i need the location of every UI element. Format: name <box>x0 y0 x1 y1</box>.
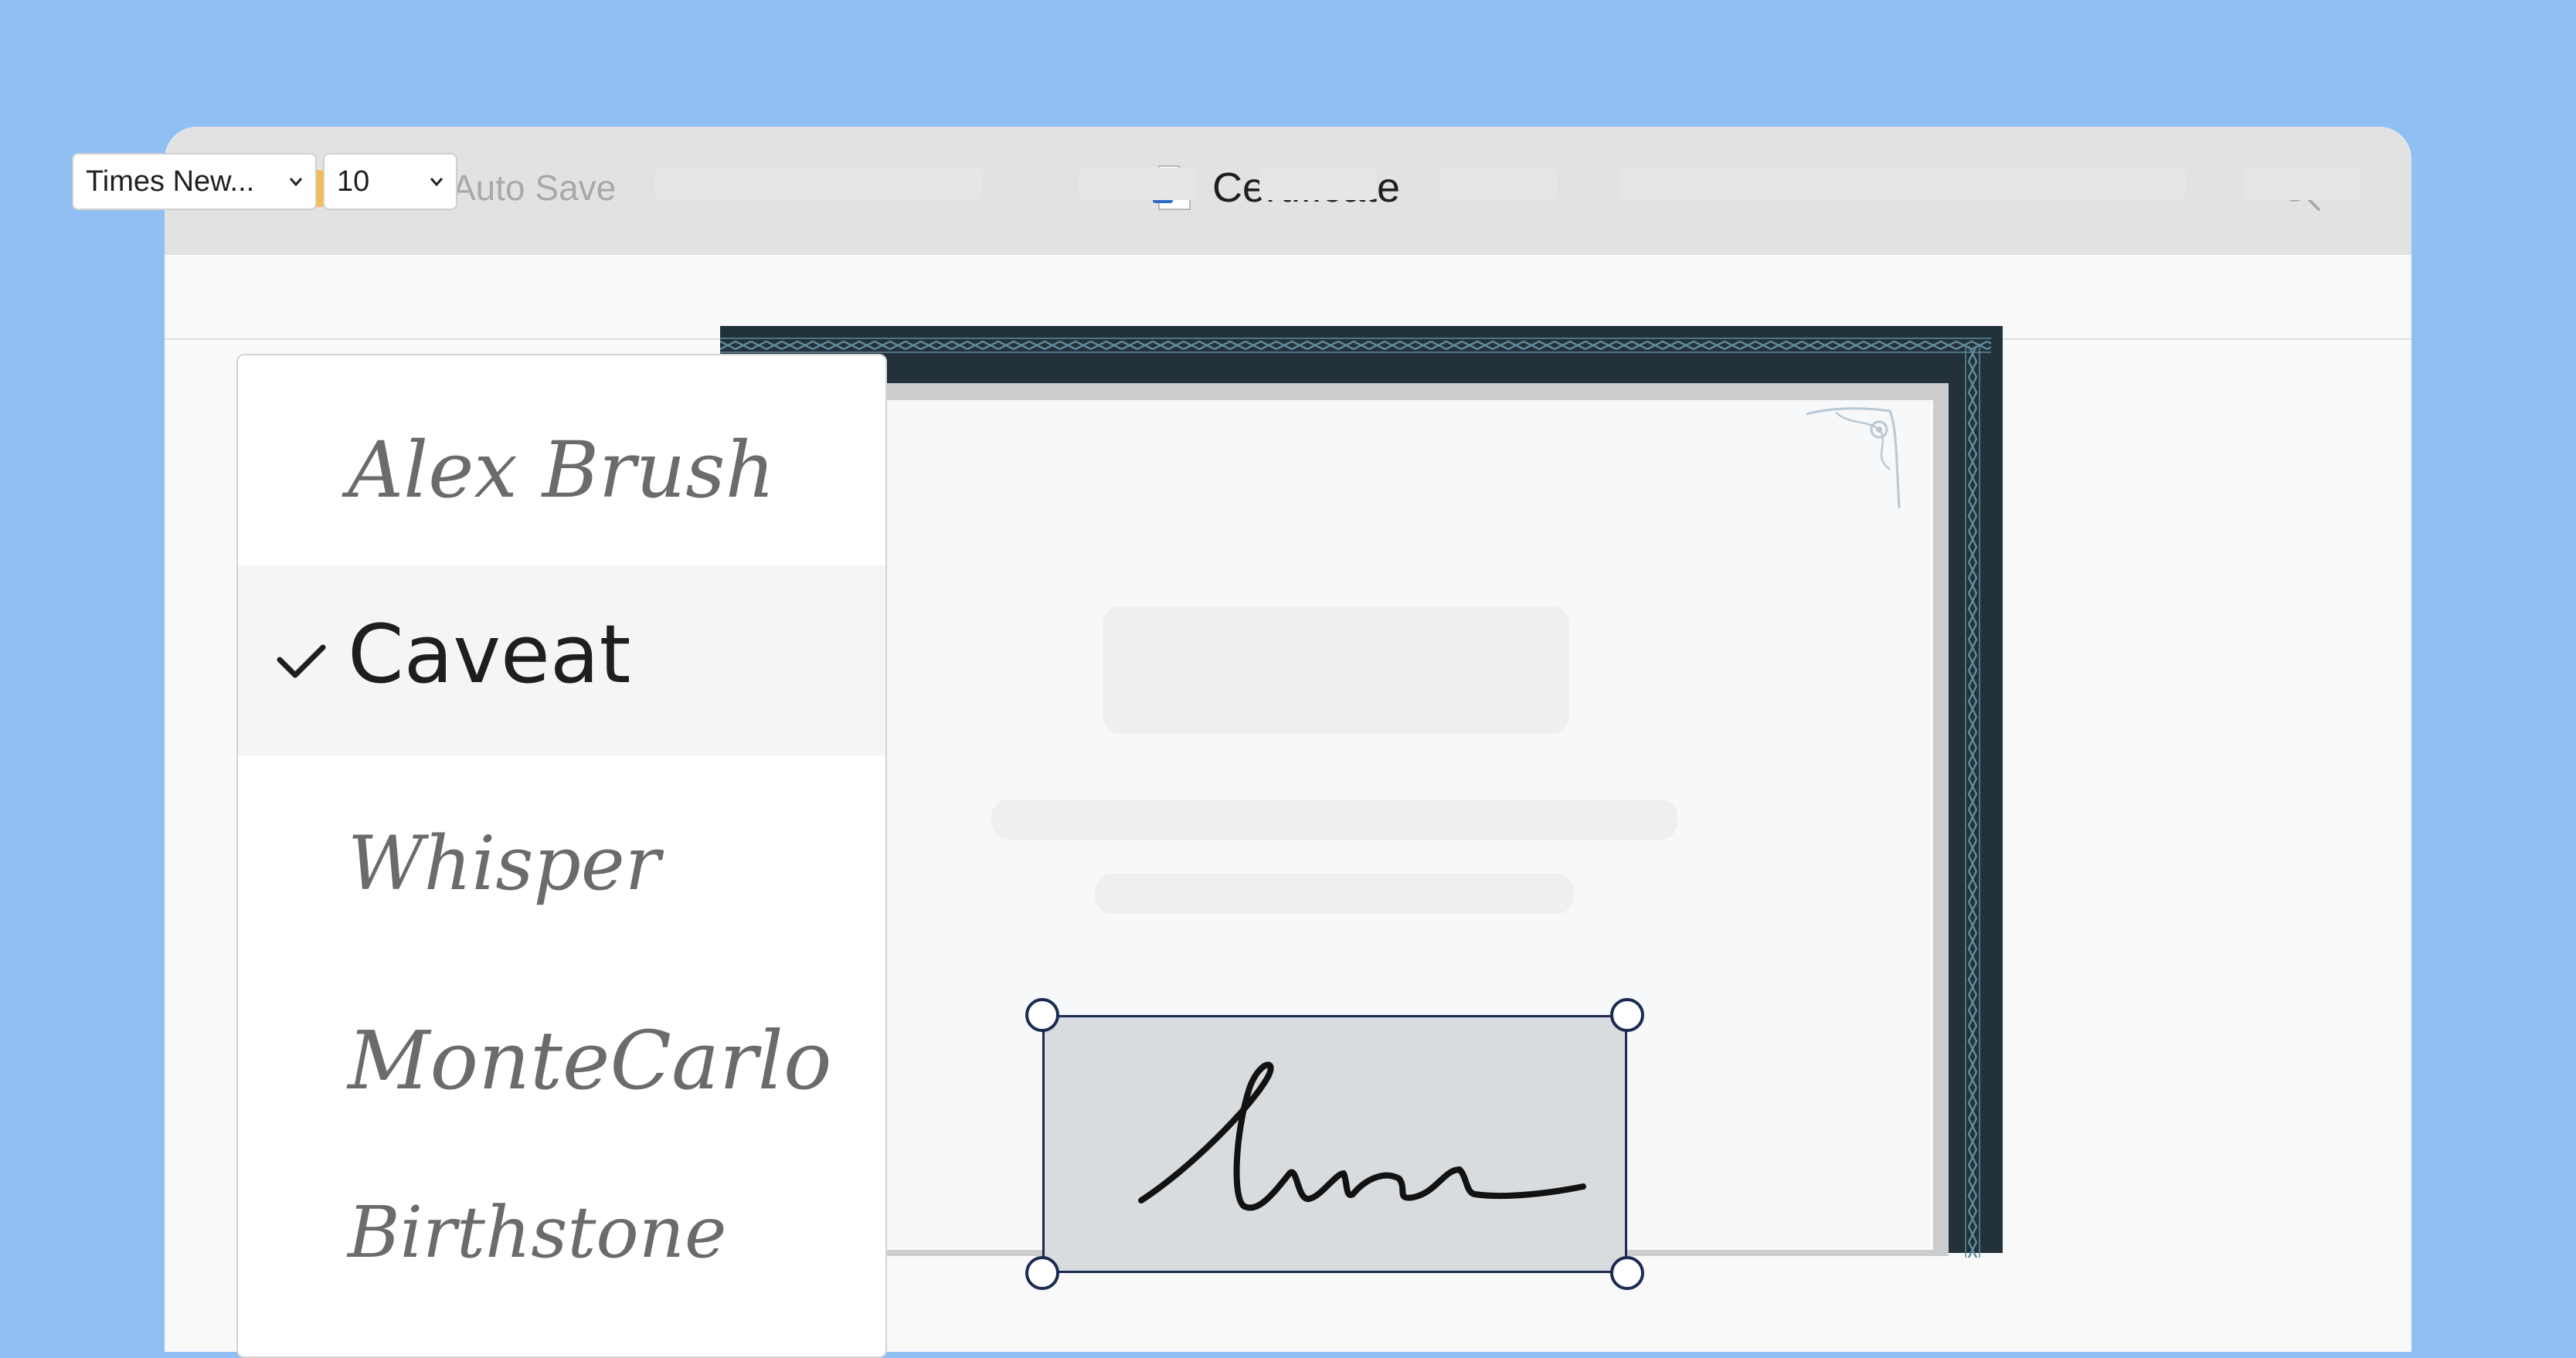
font-option-montecarlo[interactable]: MonteCarlo <box>238 949 885 1139</box>
toolbar-placeholder-2[interactable] <box>1079 168 1196 200</box>
font-option-label: Whisper <box>348 820 661 907</box>
font-option-label: Birthstone <box>348 1191 727 1274</box>
font-size-value: 10 <box>337 165 370 198</box>
font-option-label: Alex Brush <box>348 425 775 515</box>
checkmark-icon <box>277 644 326 678</box>
font-size-select[interactable]: 10 <box>323 153 457 210</box>
font-dropdown-menu: Alex Brush Caveat Whisper MonteCarlo Bir… <box>236 354 887 1358</box>
certificate-text-placeholder <box>991 800 1677 840</box>
font-option-caveat[interactable]: Caveat <box>238 565 885 755</box>
signature-drawing <box>1138 1061 1586 1211</box>
certificate-text-placeholder <box>1095 874 1574 914</box>
resize-handle-bottom-right[interactable] <box>1610 1256 1644 1290</box>
font-family-value: Times New... <box>86 165 255 198</box>
corner-ornament-icon <box>1806 407 1901 509</box>
font-option-label: MonteCarlo <box>348 1013 832 1108</box>
chevron-down-icon <box>289 178 303 187</box>
certificate-title-placeholder <box>1103 606 1569 734</box>
toolbar-placeholder-6[interactable] <box>2243 168 2360 200</box>
certificate-border-pattern <box>1964 346 1981 1258</box>
certificate-border-pattern <box>720 337 1991 354</box>
font-option-alex-brush[interactable]: Alex Brush <box>238 355 885 545</box>
font-option-label: Caveat <box>348 607 631 701</box>
resize-handle-top-left[interactable] <box>1025 998 1059 1032</box>
font-option-whisper[interactable]: Whisper <box>238 755 885 946</box>
resize-handle-top-right[interactable] <box>1610 998 1644 1032</box>
toolbar-placeholder-3[interactable] <box>1259 168 1377 200</box>
toolbar-placeholder-5[interactable] <box>1621 168 2186 200</box>
toolbar-placeholder-1[interactable] <box>654 168 983 200</box>
autosave-label[interactable]: Auto Save <box>452 167 616 209</box>
font-family-select[interactable]: Times New... <box>72 153 317 210</box>
chevron-down-icon <box>430 178 443 187</box>
resize-handle-bottom-left[interactable] <box>1025 1256 1059 1290</box>
toolbar-placeholder-4[interactable] <box>1440 168 1558 200</box>
font-option-birthstone[interactable]: Birthstone <box>238 1136 885 1326</box>
